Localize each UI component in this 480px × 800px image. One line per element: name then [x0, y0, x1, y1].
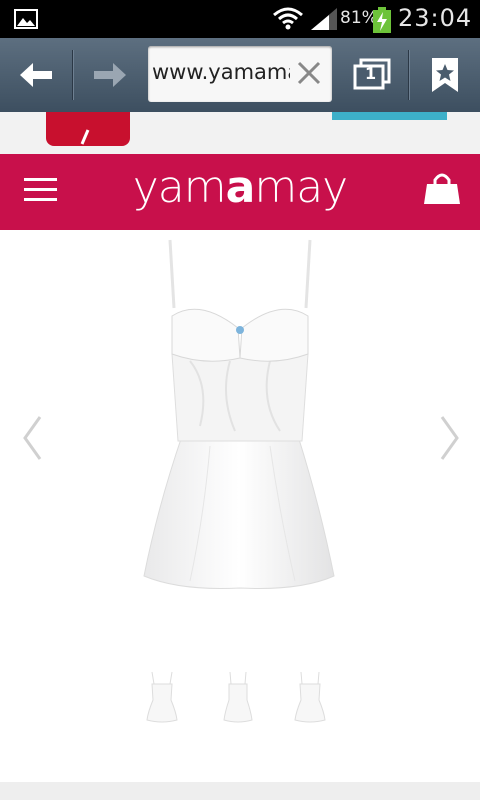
thumbnail-strip [0, 670, 480, 730]
product-gallery [0, 230, 480, 670]
wifi-icon [273, 7, 303, 30]
chevron-left-icon[interactable] [22, 415, 42, 461]
tabs-button[interactable]: 1 [340, 38, 406, 112]
url-text[interactable]: www.yamamay. [152, 60, 290, 84]
logo-part-1: yam [132, 162, 227, 213]
teal-strip [332, 112, 447, 120]
tab-count: 1 [365, 64, 377, 83]
chevron-right-icon[interactable] [440, 415, 460, 461]
cart-button[interactable] [424, 172, 460, 210]
top-banner [0, 112, 480, 154]
banner-logo-mark-icon [80, 129, 90, 145]
image-notification-icon [14, 9, 38, 29]
product-image[interactable] [130, 236, 350, 606]
back-button[interactable] [0, 38, 72, 112]
arrow-left-icon [20, 63, 52, 87]
logo-part-2: a [225, 162, 256, 213]
forward-button[interactable] [73, 38, 147, 112]
bookmark-star-icon [432, 58, 458, 92]
signal-icon [311, 8, 337, 30]
battery-charging-icon [373, 7, 391, 33]
bookmarks-button[interactable] [410, 38, 480, 112]
logo-part-3: may [254, 162, 348, 213]
thumbnail-3[interactable] [294, 670, 326, 726]
bottom-strip [0, 782, 480, 800]
close-icon[interactable] [296, 60, 322, 86]
site-logo[interactable]: yamamay [0, 162, 480, 213]
shopping-bag-icon [424, 173, 460, 204]
thumbnail-1[interactable] [146, 670, 178, 726]
banner-logo[interactable] [46, 112, 130, 146]
arrow-right-icon [94, 63, 126, 87]
site-header: yamamay [0, 154, 480, 230]
clock: 23:04 [398, 4, 473, 32]
status-bar: 81% 23:04 [0, 0, 480, 38]
thumbnail-2[interactable] [222, 670, 254, 726]
browser-toolbar: www.yamamay. 1 [0, 38, 480, 112]
address-bar[interactable]: www.yamamay. [148, 46, 332, 102]
